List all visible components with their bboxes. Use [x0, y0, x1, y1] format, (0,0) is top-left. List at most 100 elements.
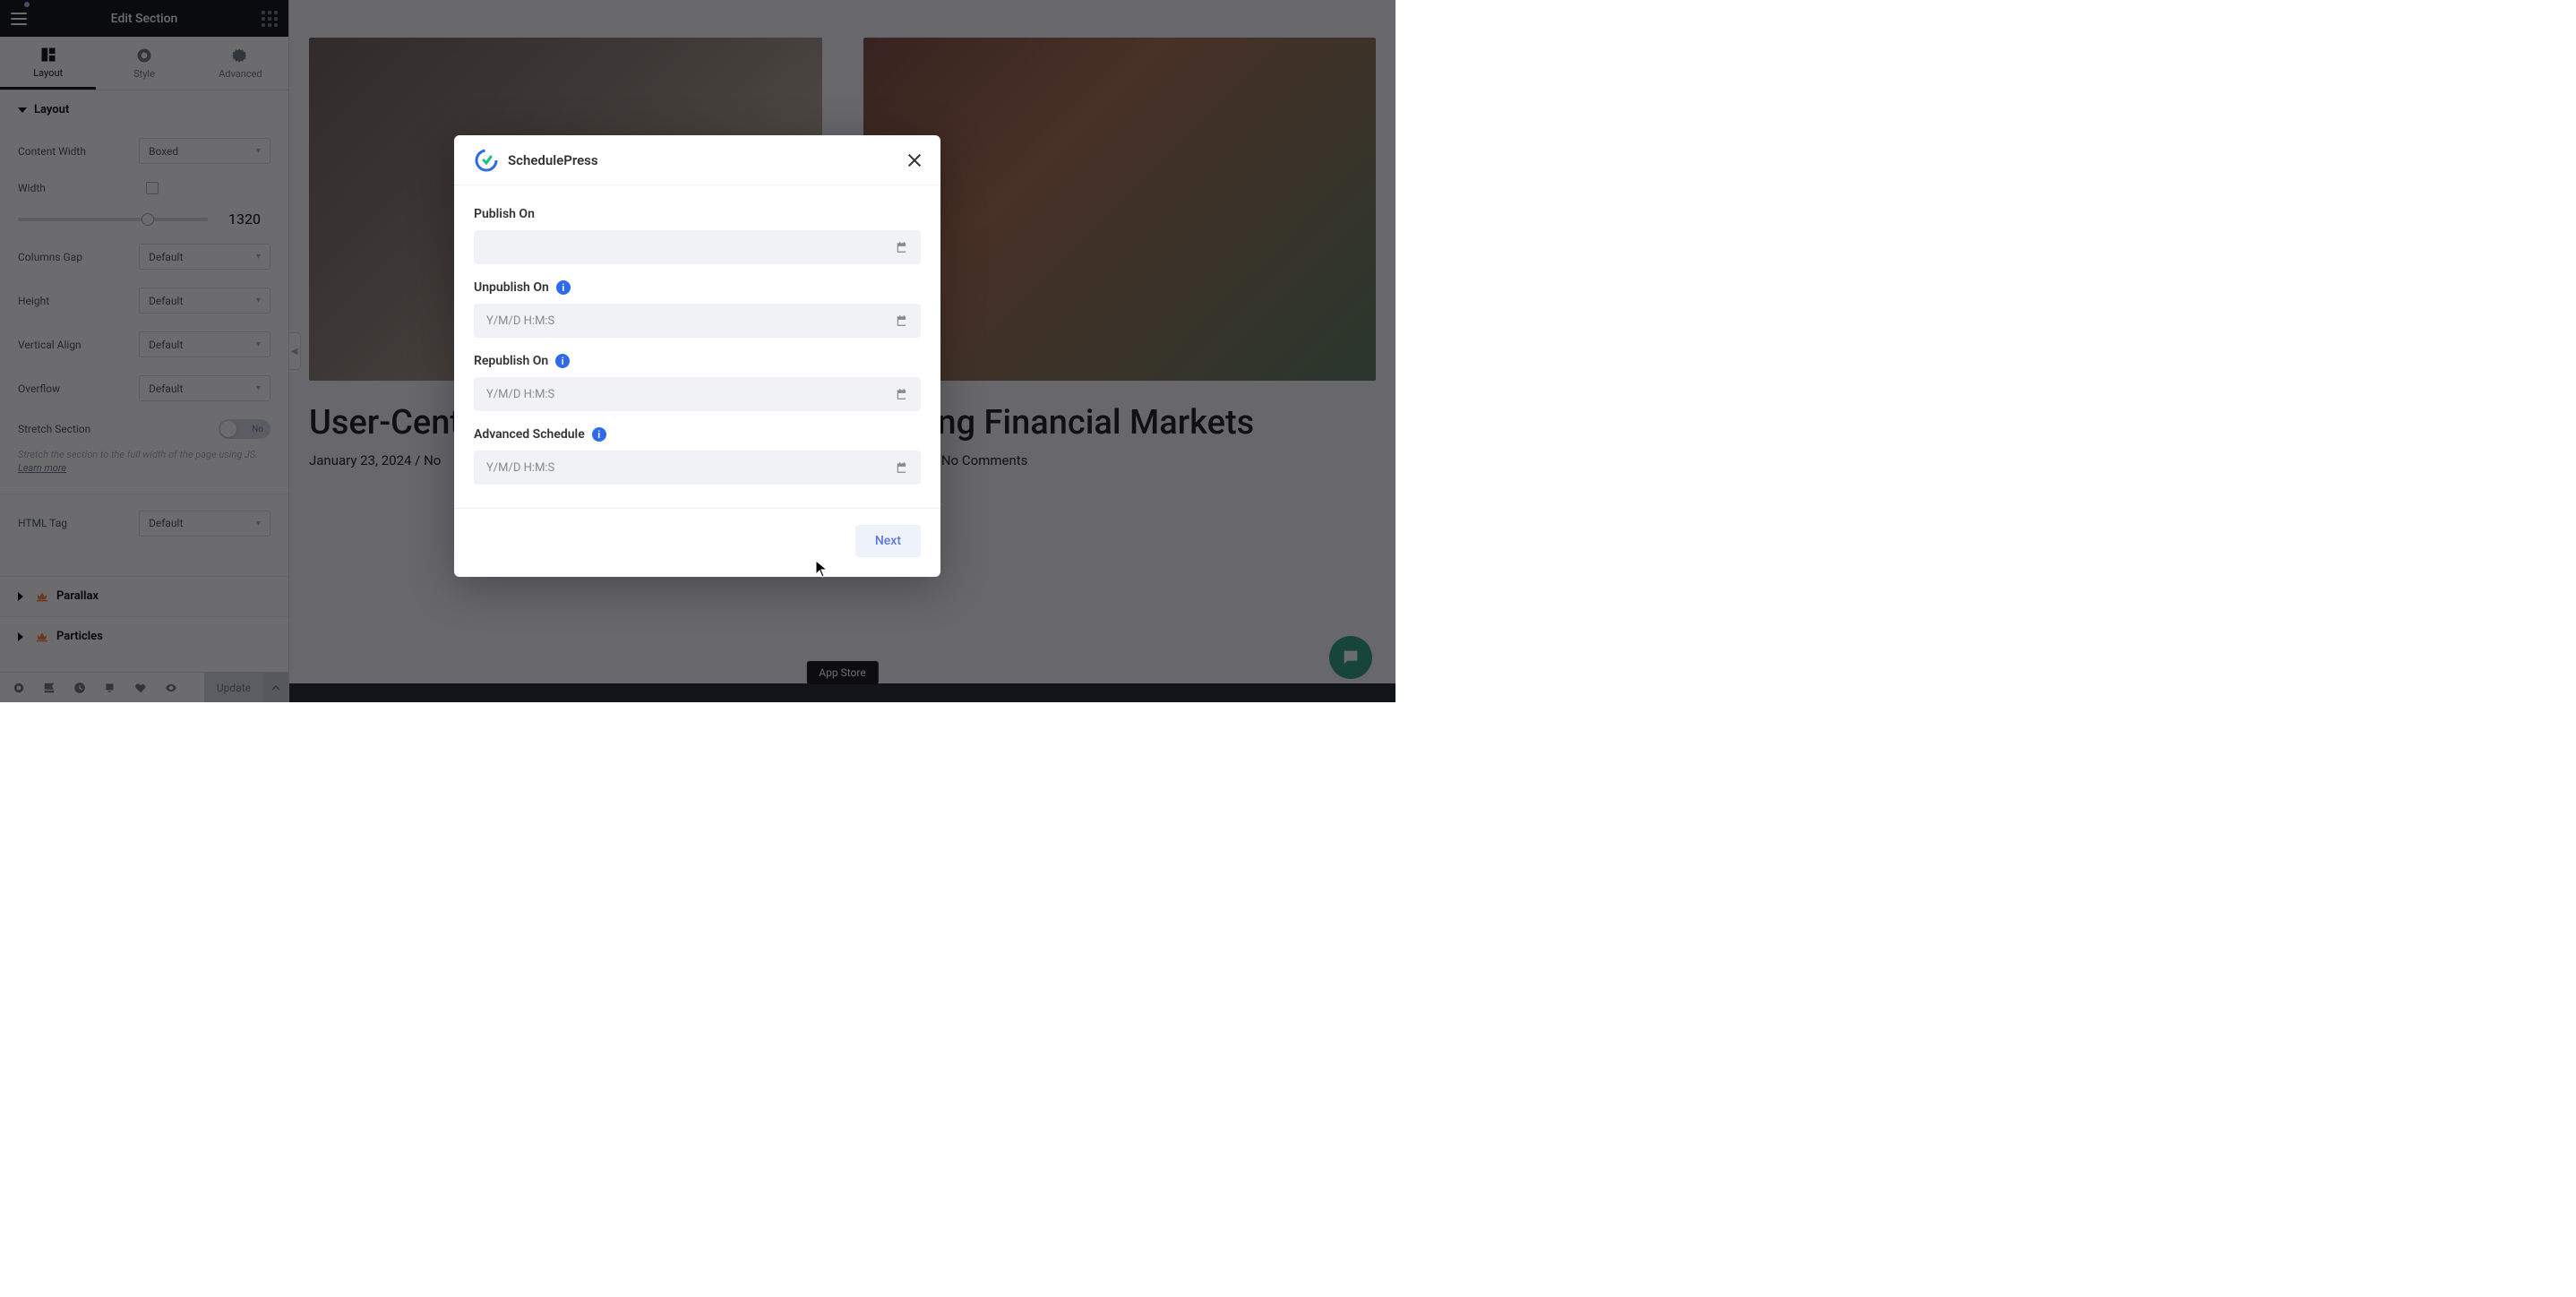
control-label: Columns Gap: [18, 251, 139, 263]
field-publish-on: Publish On: [474, 207, 921, 264]
canvas-footer-bar: [289, 683, 1395, 702]
panel-collapse-handle[interactable]: ◀: [289, 332, 301, 370]
style-icon: [135, 47, 153, 64]
toggle-knob: [220, 421, 236, 437]
desktop-icon[interactable]: [146, 182, 159, 194]
columns-gap-select[interactable]: Default: [139, 244, 270, 270]
learn-more-link[interactable]: Learn more: [18, 462, 66, 474]
modal-footer: Next: [454, 508, 940, 577]
stretch-toggle[interactable]: No: [219, 419, 270, 439]
navigator-icon[interactable]: [43, 682, 56, 694]
next-button[interactable]: Next: [855, 525, 921, 557]
control-label: Content Width: [18, 145, 139, 158]
control-label: Stretch Section: [18, 423, 139, 435]
width-slider[interactable]: [18, 218, 208, 221]
schedulepress-modal: SchedulePress Publish On Unpublish On i …: [454, 135, 940, 577]
control-label: HTML Tag: [18, 517, 139, 529]
republish-on-input[interactable]: Y/M/D H:M:S: [474, 377, 921, 411]
control-width: Width: [0, 173, 288, 203]
close-button[interactable]: [906, 152, 923, 168]
mouse-cursor-icon: [815, 560, 828, 578]
brand: SchedulePress: [472, 146, 598, 175]
input-placeholder: Y/M/D H:M:S: [486, 461, 554, 475]
height-select[interactable]: Default: [139, 288, 270, 314]
panel-footer: Update: [0, 672, 288, 702]
layout-section-toggle[interactable]: Layout: [0, 90, 288, 129]
info-icon[interactable]: i: [556, 280, 571, 295]
field-advanced-schedule: Advanced Schedule i Y/M/D H:M:S: [474, 427, 921, 485]
history-icon[interactable]: [73, 682, 86, 694]
control-label: Width: [18, 182, 139, 194]
tab-label: Advanced: [219, 68, 262, 80]
control-label: Overflow: [18, 382, 139, 395]
hamburger-menu[interactable]: [11, 13, 27, 25]
field-label-text: Republish On: [474, 354, 548, 368]
control-height: Height Default: [0, 279, 288, 322]
vertical-align-select[interactable]: Default: [139, 331, 270, 357]
calendar-icon: [896, 461, 908, 474]
tab-advanced[interactable]: Advanced: [193, 37, 288, 90]
gear-icon: [231, 47, 249, 64]
crown-icon: [35, 630, 49, 644]
tab-layout[interactable]: Layout: [0, 37, 96, 90]
field-republish-on: Republish On i Y/M/D H:M:S: [474, 354, 921, 411]
widgets-grid-icon[interactable]: [262, 11, 278, 27]
panel-tabs: Layout Style Advanced: [0, 37, 288, 90]
heart-icon[interactable]: [134, 682, 147, 694]
section-title: Particles: [56, 630, 103, 643]
field-unpublish-on: Unpublish On i Y/M/D H:M:S: [474, 280, 921, 338]
field-label-text: Publish On: [474, 207, 535, 221]
parallax-section-toggle[interactable]: Parallax: [0, 576, 288, 616]
input-placeholder: Y/M/D H:M:S: [486, 388, 554, 401]
width-input[interactable]: 1320: [219, 210, 270, 228]
responsive-icon[interactable]: [104, 682, 116, 694]
layout-icon: [39, 46, 57, 64]
calendar-icon: [896, 314, 908, 327]
preview-icon[interactable]: [165, 682, 177, 694]
html-tag-select[interactable]: Default: [139, 511, 270, 537]
control-overflow: Overflow Default: [0, 366, 288, 410]
notification-dot-icon: [24, 2, 30, 7]
control-vertical-align: Vertical Align Default: [0, 322, 288, 366]
unpublish-on-input[interactable]: Y/M/D H:M:S: [474, 304, 921, 338]
panel-header: Edit Section: [0, 0, 288, 37]
control-columns-gap: Columns Gap Default: [0, 235, 288, 279]
caret-right-icon: [18, 592, 28, 601]
advanced-schedule-input[interactable]: Y/M/D H:M:S: [474, 451, 921, 485]
calendar-icon: [896, 388, 908, 400]
control-html-tag: HTML Tag Default: [0, 502, 288, 545]
control-stretch-section: Stretch Section No: [0, 410, 288, 448]
tab-style[interactable]: Style: [96, 37, 192, 90]
control-label: Vertical Align: [18, 339, 139, 351]
schedulepress-logo-icon: [472, 146, 501, 175]
slider-thumb[interactable]: [142, 213, 154, 226]
editor-panel: Edit Section Layout Style Advanced Lay: [0, 0, 289, 702]
panel-body: Layout Content Width Boxed Width 1320 Co…: [0, 90, 288, 672]
tab-label: Layout: [33, 67, 63, 79]
content-width-select[interactable]: Boxed: [139, 138, 270, 164]
chevron-up-icon: [271, 683, 280, 692]
publish-on-input[interactable]: [474, 230, 921, 264]
particles-section-toggle[interactable]: Particles: [0, 616, 288, 657]
info-icon[interactable]: i: [555, 354, 570, 368]
calendar-icon: [896, 241, 908, 253]
section-title: Layout: [34, 103, 69, 116]
tooltip: App Store: [806, 661, 878, 684]
stretch-help-text: Stretch the section to the full width of…: [0, 448, 288, 486]
help-fab[interactable]: [1329, 636, 1372, 679]
update-options-button[interactable]: [263, 673, 288, 702]
info-icon[interactable]: i: [592, 427, 606, 442]
overflow-select[interactable]: Default: [139, 375, 270, 401]
crown-icon: [35, 589, 49, 604]
caret-down-icon: [18, 107, 27, 113]
brand-name: SchedulePress: [508, 152, 598, 168]
control-content-width: Content Width Boxed: [0, 129, 288, 173]
gear-icon[interactable]: [13, 682, 25, 694]
field-label-text: Advanced Schedule: [474, 427, 585, 442]
update-button[interactable]: Update: [204, 673, 263, 702]
width-slider-row: 1320: [0, 203, 288, 235]
chat-icon: [1341, 648, 1361, 667]
section-title: Parallax: [56, 589, 99, 603]
modal-header: SchedulePress: [454, 135, 940, 185]
toggle-label: No: [252, 425, 263, 434]
